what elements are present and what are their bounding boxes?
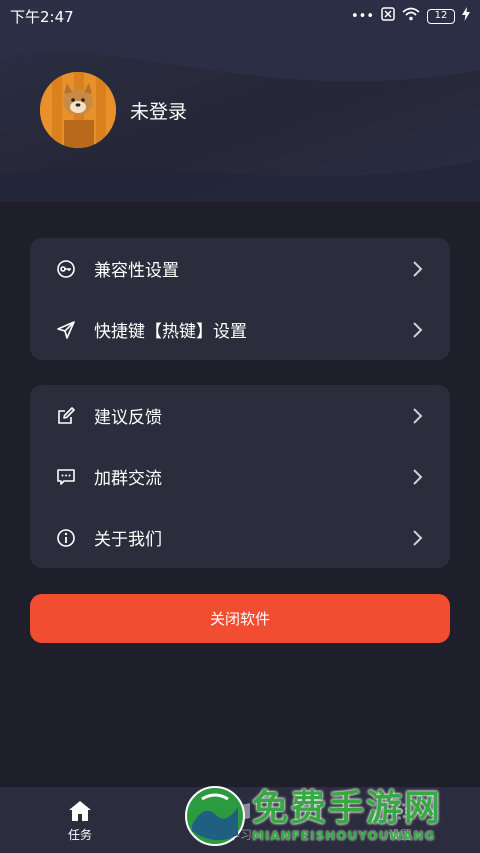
menu-item-label: 快捷键【热键】设置 [94, 322, 247, 342]
settings-card-2: 建议反馈 加群交流 关于我们 [30, 385, 450, 568]
menu-item-hotkey[interactable]: 快捷键【热键】设置 [30, 299, 450, 360]
username-label[interactable]: 未登录 [130, 97, 187, 124]
chevron-right-icon [412, 529, 424, 547]
home-icon [68, 798, 92, 822]
key-icon [56, 259, 76, 279]
profile-header: 下午2:47 ••• 12 未登录 [0, 0, 480, 202]
chevron-right-icon [412, 468, 424, 486]
more-dots-icon: ••• [350, 8, 374, 24]
menu-item-feedback[interactable]: 建议反馈 [30, 385, 450, 446]
chevron-right-icon [412, 321, 424, 339]
nav-item-tasks[interactable]: 任务 [30, 798, 130, 843]
menu-item-about[interactable]: 关于我们 [30, 507, 450, 568]
status-bar: 下午2:47 ••• 12 [0, 0, 480, 32]
menu-item-label: 兼容性设置 [94, 261, 179, 281]
close-app-button[interactable]: 关闭软件 [30, 594, 450, 643]
profile-section[interactable]: 未登录 [40, 72, 187, 148]
watermark-subtitle: MIANFEISHOUYOUWANG [252, 828, 436, 843]
watermark-title: 免费手游网 [252, 787, 443, 829]
menu-item-label: 关于我们 [94, 530, 162, 550]
nav-item-label: 任务 [67, 827, 92, 842]
wifi-icon [402, 7, 420, 25]
battery-indicator: 12 [427, 8, 455, 24]
sim-missing-icon [381, 7, 395, 25]
menu-item-compatibility[interactable]: 兼容性设置 [30, 238, 450, 299]
avatar[interactable] [40, 72, 116, 148]
status-time: 下午2:47 [10, 7, 74, 26]
watermark-logo [185, 785, 245, 846]
menu-item-label: 加群交流 [94, 469, 162, 489]
info-icon [56, 528, 76, 548]
watermark-overlay: 免费手游网 MIANFEISHOUYOUWANG [184, 778, 480, 853]
send-icon [56, 320, 76, 340]
chevron-right-icon [412, 407, 424, 425]
chat-icon [56, 467, 76, 487]
menu-item-label: 建议反馈 [94, 408, 162, 428]
charging-icon [462, 7, 470, 25]
chevron-right-icon [412, 260, 424, 278]
settings-card-1: 兼容性设置 快捷键【热键】设置 [30, 238, 450, 360]
dog-avatar-image [40, 72, 116, 148]
menu-item-join-group[interactable]: 加群交流 [30, 446, 450, 507]
edit-icon [56, 406, 76, 426]
